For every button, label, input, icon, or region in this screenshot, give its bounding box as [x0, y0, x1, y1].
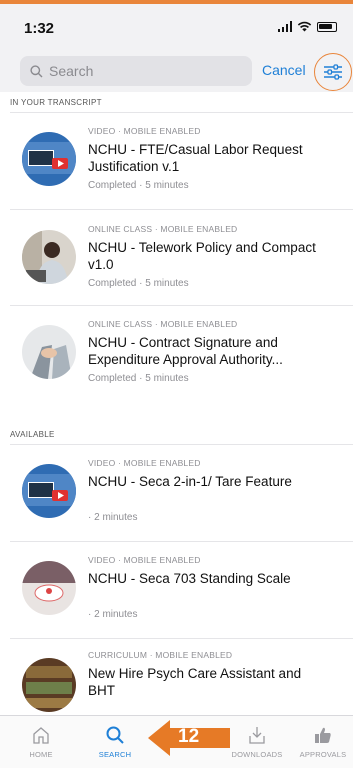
list-item[interactable]: ONLINE CLASS · MOBILE ENABLED NCHU - Con…: [0, 307, 353, 397]
video-tutorials-thumbnail: [22, 132, 76, 186]
divider: [10, 209, 353, 210]
filter-button[interactable]: [314, 53, 352, 91]
list-item[interactable]: ONLINE CLASS · MOBILE ENABLED NCHU - Tel…: [0, 212, 353, 302]
tab-label: HOME: [29, 750, 53, 759]
item-title: NCHU - Seca 2-in-1/ Tare Feature: [88, 474, 292, 489]
item-title: New Hire Psych Care Assistant and BHT: [88, 666, 302, 698]
list-item[interactable]: VIDEO · MOBILE ENABLED NCHU - Seca 2-in-…: [0, 446, 353, 536]
list-item[interactable]: CURRICULUM · MOBILE ENABLED New Hire Psy…: [0, 640, 353, 715]
tab-search[interactable]: SEARCH: [80, 716, 150, 768]
list-item[interactable]: VIDEO · MOBILE ENABLED NCHU - FTE/Casual…: [0, 114, 353, 204]
divider: [10, 112, 353, 113]
item-meta: ONLINE CLASS · MOBILE ENABLED: [88, 224, 238, 234]
home-icon: [33, 727, 49, 744]
person-at-laptop-thumbnail: [22, 230, 76, 284]
handshake-thumbnail: [22, 325, 76, 379]
tab-label: SEARCH: [98, 750, 132, 759]
tab-downloads[interactable]: DOWNLOADS: [222, 716, 292, 768]
scale-thumbnail: [22, 561, 76, 615]
bookshelf-thumbnail: [22, 658, 76, 712]
search-placeholder: Search: [49, 63, 94, 79]
item-title: NCHU - Seca 703 Standing Scale: [88, 571, 291, 586]
tab-home[interactable]: HOME: [6, 716, 76, 768]
list-item[interactable]: VIDEO · MOBILE ENABLED NCHU - Seca 703 S…: [0, 543, 353, 633]
thumbs-up-icon: [315, 727, 331, 743]
filter-sliders-icon: [324, 64, 342, 80]
divider: [10, 444, 353, 445]
search-input[interactable]: Search: [20, 56, 252, 86]
signal-icon: [277, 21, 292, 32]
annotation-step-number: 12: [178, 726, 200, 747]
status-icons: [277, 21, 337, 32]
wifi-icon: [297, 21, 312, 32]
tab-label: APPROVALS: [299, 750, 347, 759]
video-tutorials-thumbnail: [22, 464, 76, 518]
divider: [10, 638, 353, 639]
cancel-button[interactable]: Cancel: [262, 62, 306, 78]
section-label-transcript: IN YOUR TRANSCRIPT: [10, 98, 102, 107]
item-status: Completed · 5 minutes: [88, 180, 189, 191]
tab-label: DOWNLOADS: [231, 750, 283, 759]
tab-approvals[interactable]: APPROVALS: [288, 716, 353, 768]
item-meta: VIDEO · MOBILE ENABLED: [88, 126, 201, 136]
item-duration: · 2 minutes: [88, 512, 138, 523]
item-title: NCHU - Contract Signature and Expenditur…: [88, 335, 283, 367]
item-meta: VIDEO · MOBILE ENABLED: [88, 555, 201, 565]
item-meta: VIDEO · MOBILE ENABLED: [88, 458, 201, 468]
header: 1:32 Search Cancel: [0, 4, 353, 92]
divider: [10, 305, 353, 306]
item-status: Completed · 5 minutes: [88, 278, 189, 289]
search-icon: [30, 64, 43, 77]
download-icon: [249, 727, 265, 744]
battery-icon: [317, 21, 337, 32]
item-meta: ONLINE CLASS · MOBILE ENABLED: [88, 319, 238, 329]
item-status: Completed · 5 minutes: [88, 373, 189, 384]
item-title: NCHU - FTE/Casual Labor Request Justific…: [88, 142, 303, 174]
item-title: NCHU - Telework Policy and Compact v1.0: [88, 240, 316, 272]
divider: [10, 541, 353, 542]
item-meta: CURRICULUM · MOBILE ENABLED: [88, 650, 233, 660]
status-time: 1:32: [24, 20, 55, 37]
section-label-available: AVAILABLE: [10, 430, 55, 439]
search-icon: [106, 726, 124, 744]
item-duration: · 2 minutes: [88, 609, 138, 620]
